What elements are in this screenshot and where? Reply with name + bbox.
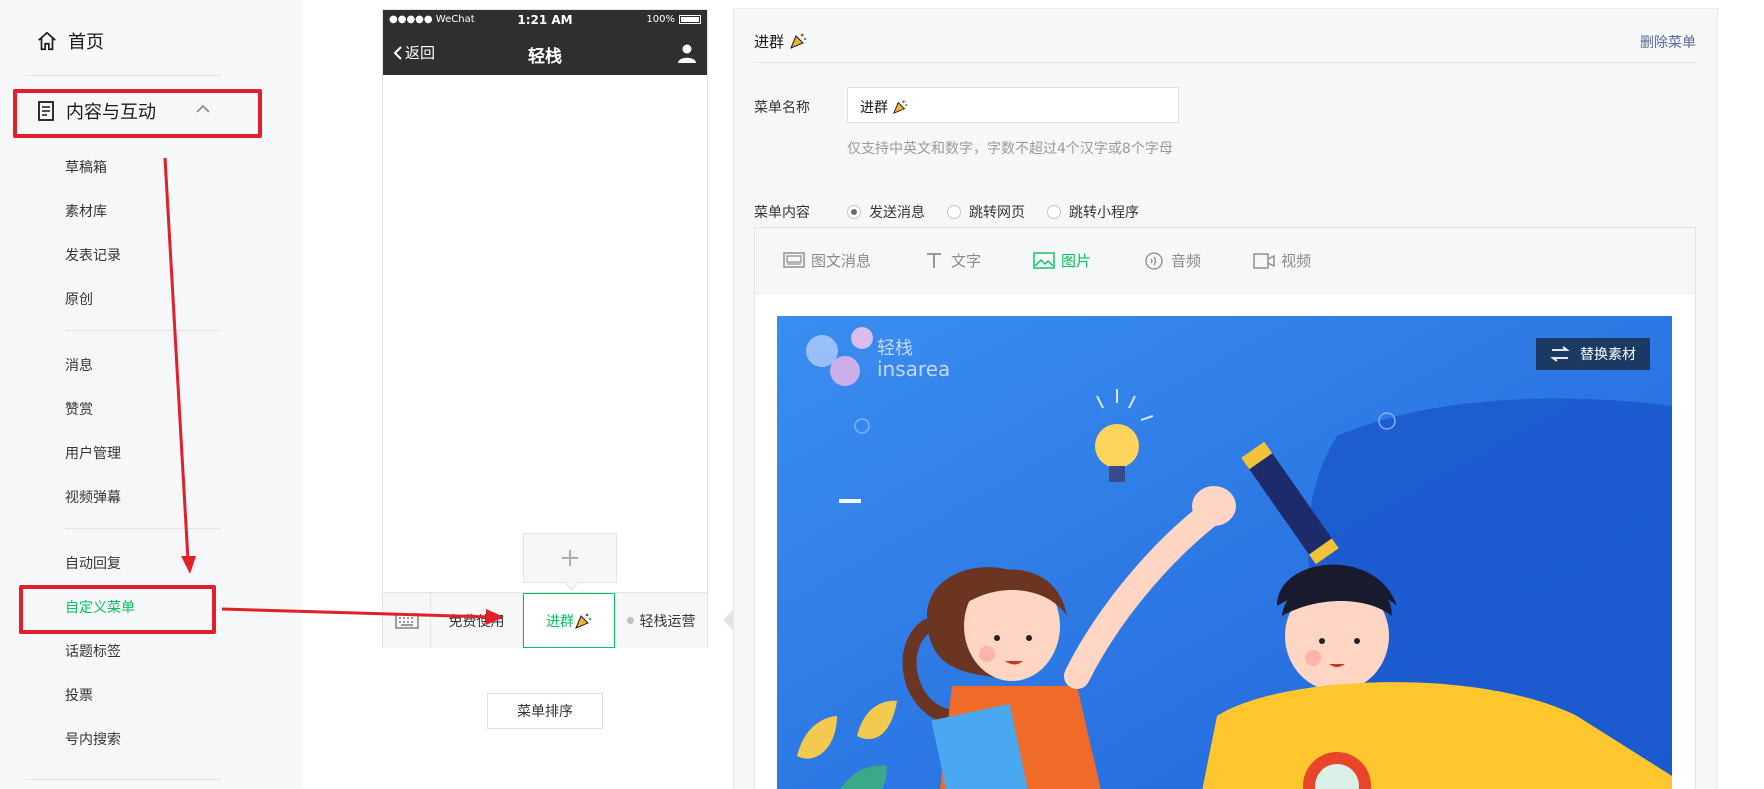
keyboard-icon[interactable] (383, 593, 431, 648)
party-popper-icon (789, 33, 806, 49)
menu-name-hint: 仅支持中英文和数字，字数不超过4个汉字或8个字母 (847, 141, 1173, 157)
user-icon[interactable] (677, 43, 697, 63)
sidebar-item-topic-tags[interactable]: 话题标签 (65, 641, 121, 661)
tab-audio[interactable]: 音频 (1143, 250, 1201, 271)
unselected-dot (626, 617, 634, 624)
image-icon (1033, 251, 1055, 269)
message-type-tabs: 图文消息 文字 图片 音频 视频 (755, 228, 1695, 294)
swap-icon (1550, 346, 1570, 362)
battery-percent: 100% (646, 14, 675, 25)
brand-text: 轻栈 insarea (877, 338, 951, 381)
sidebar-item-drafts[interactable]: 草稿箱 (65, 157, 107, 177)
menu-sort-button[interactable]: 菜单排序 (487, 693, 603, 729)
party-popper-icon (893, 100, 908, 115)
selected-image-preview[interactable]: 轻栈 insarea 替换素材 (777, 316, 1672, 789)
phone-header: ●●●●● WeChat 1:21 AM 100% 返回 轻栈 (383, 10, 707, 75)
sidebar-item-users[interactable]: 用户管理 (65, 443, 121, 463)
message-content-box: 图文消息 文字 图片 音频 视频 轻栈 insarea 替换素材 (754, 227, 1696, 789)
sidebar-item-search[interactable]: 号内搜索 (65, 729, 121, 749)
brand-logo: 轻栈 insarea (797, 330, 950, 390)
annotation-highlight-box (19, 585, 216, 634)
menu-editor-panel: 进群 删除菜单 菜单名称 进群 仅支持中英文和数字，字数不超过4个汉字或8个字母… (733, 8, 1718, 789)
editor-title: 进群 (754, 31, 807, 52)
sidebar-item-original[interactable]: 原创 (65, 289, 93, 309)
phone-preview: ●●●●● WeChat 1:21 AM 100% 返回 轻栈 + 免费使用 进… (382, 9, 708, 648)
sidebar-item-reward[interactable]: 赞赏 (65, 399, 93, 419)
delete-menu-link[interactable]: 删除菜单 (1640, 32, 1696, 52)
tab-image[interactable]: 图片 (1033, 250, 1091, 271)
video-icon (1253, 252, 1275, 269)
editor-header: 进群 删除菜单 (754, 23, 1696, 63)
sidebar-item-home[interactable]: 首页 (36, 28, 104, 54)
menu-name-label: 菜单名称 (754, 100, 810, 116)
menu-name-input[interactable]: 进群 (847, 87, 1179, 123)
sidebar-item-danmaku[interactable]: 视频弹幕 (65, 487, 121, 507)
menu-item-operation[interactable]: 轻栈运营 (615, 593, 707, 648)
party-popper-icon (575, 613, 592, 629)
text-icon (927, 252, 942, 268)
menu-item-join-group[interactable]: 进群 (523, 593, 615, 648)
status-right: 100% (646, 14, 701, 25)
annotation-highlight-box (13, 89, 262, 138)
phone-menu-bar: 免费使用 进群 轻栈运营 (383, 592, 707, 648)
radio-jump-webpage[interactable]: 跳转网页 (947, 202, 1025, 222)
panel-pointer (723, 610, 733, 630)
audio-icon (1145, 251, 1163, 270)
tab-text[interactable]: 文字 (923, 250, 981, 271)
radio-indicator (1047, 205, 1061, 219)
divider (65, 330, 221, 331)
tab-article[interactable]: 图文消息 (783, 250, 871, 271)
phone-title: 轻栈 (528, 47, 562, 67)
divider (26, 779, 221, 780)
sidebar-item-materials[interactable]: 素材库 (65, 201, 107, 221)
article-icon (783, 251, 805, 268)
add-submenu-button[interactable]: + (523, 533, 617, 583)
menu-content-radios: 发送消息 跳转网页 跳转小程序 (847, 202, 1139, 222)
sidebar-item-messages[interactable]: 消息 (65, 355, 93, 375)
menu-item-free-use[interactable]: 免费使用 (431, 593, 523, 648)
radio-indicator (847, 205, 861, 219)
menu-content-label: 菜单内容 (754, 205, 810, 221)
home-icon (38, 31, 56, 51)
sidebar-home-label: 首页 (68, 32, 104, 53)
divider (26, 75, 221, 76)
divider (65, 528, 221, 529)
battery-icon (679, 15, 701, 24)
status-bar: ●●●●● WeChat 1:21 AM 100% (383, 13, 707, 28)
radio-indicator (947, 205, 961, 219)
radio-jump-miniprogram[interactable]: 跳转小程序 (1047, 202, 1139, 222)
sidebar-item-publish-records[interactable]: 发表记录 (65, 245, 121, 265)
radio-send-message[interactable]: 发送消息 (847, 202, 925, 222)
sidebar-item-auto-reply[interactable]: 自动回复 (65, 553, 121, 573)
logo-mark (797, 330, 869, 390)
sidebar-item-vote[interactable]: 投票 (65, 685, 93, 705)
replace-material-button[interactable]: 替换素材 (1536, 338, 1650, 370)
tab-video[interactable]: 视频 (1253, 250, 1311, 271)
